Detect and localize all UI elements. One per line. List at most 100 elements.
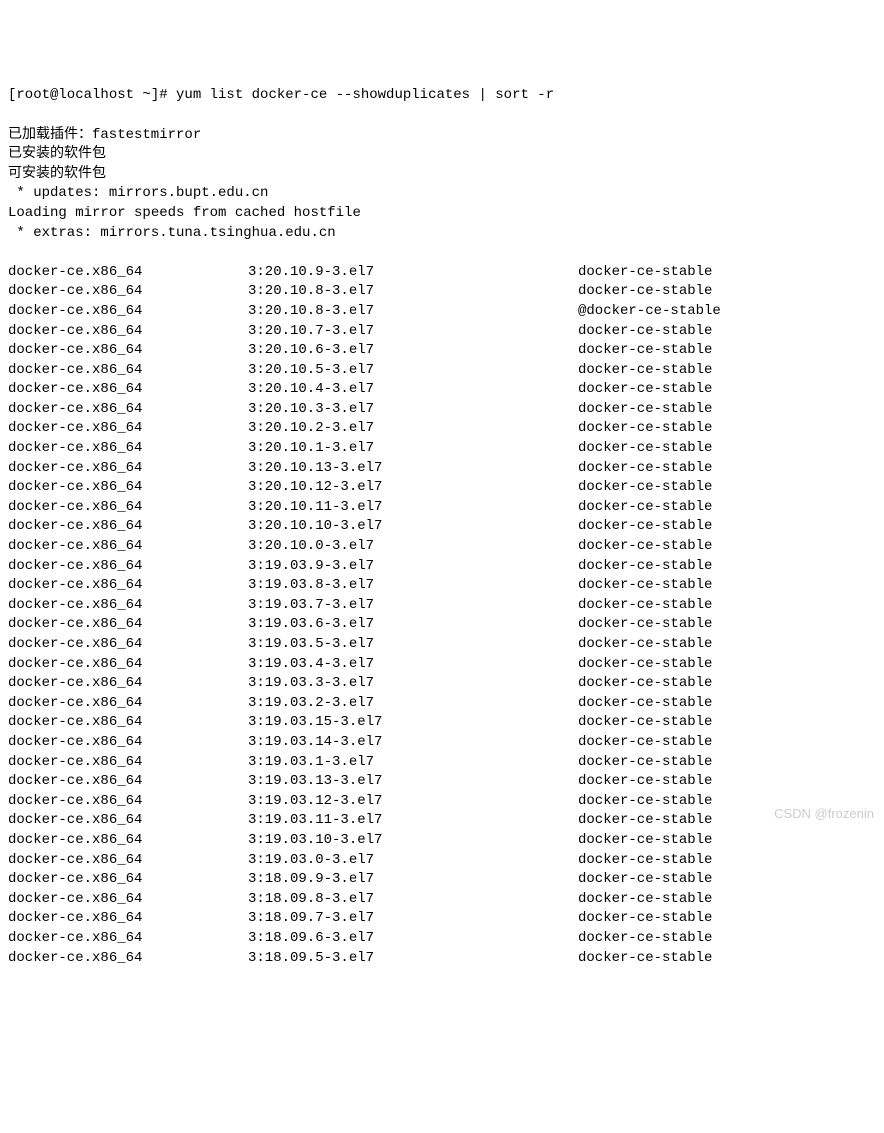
terminal-output: [root@localhost ~]# yum list docker-ce -… bbox=[8, 67, 876, 988]
package-version: 3:20.10.8-3.el7 bbox=[248, 302, 578, 322]
package-row: docker-ce.x86_643:19.03.10-3.el7docker-c… bbox=[8, 831, 876, 851]
package-version: 3:20.10.2-3.el7 bbox=[248, 419, 578, 439]
package-row: docker-ce.x86_643:19.03.4-3.el7docker-ce… bbox=[8, 655, 876, 675]
package-name: docker-ce.x86_64 bbox=[8, 694, 248, 714]
package-version: 3:20.10.1-3.el7 bbox=[248, 439, 578, 459]
package-version: 3:18.09.5-3.el7 bbox=[248, 949, 578, 969]
package-name: docker-ce.x86_64 bbox=[8, 380, 248, 400]
package-repo: docker-ce-stable bbox=[578, 439, 876, 459]
package-repo: docker-ce-stable bbox=[578, 674, 876, 694]
package-repo: docker-ce-stable bbox=[578, 655, 876, 675]
package-name: docker-ce.x86_64 bbox=[8, 498, 248, 518]
package-row: docker-ce.x86_643:20.10.7-3.el7docker-ce… bbox=[8, 322, 876, 342]
package-name: docker-ce.x86_64 bbox=[8, 890, 248, 910]
package-name: docker-ce.x86_64 bbox=[8, 596, 248, 616]
package-version: 3:18.09.6-3.el7 bbox=[248, 929, 578, 949]
package-name: docker-ce.x86_64 bbox=[8, 753, 248, 773]
package-repo: docker-ce-stable bbox=[578, 557, 876, 577]
package-repo: docker-ce-stable bbox=[578, 498, 876, 518]
package-version: 3:19.03.15-3.el7 bbox=[248, 713, 578, 733]
package-version: 3:20.10.11-3.el7 bbox=[248, 498, 578, 518]
package-name: docker-ce.x86_64 bbox=[8, 655, 248, 675]
package-row: docker-ce.x86_643:20.10.6-3.el7docker-ce… bbox=[8, 341, 876, 361]
package-row: docker-ce.x86_643:20.10.10-3.el7docker-c… bbox=[8, 517, 876, 537]
package-row: docker-ce.x86_643:19.03.13-3.el7docker-c… bbox=[8, 772, 876, 792]
package-row: docker-ce.x86_643:20.10.2-3.el7docker-ce… bbox=[8, 419, 876, 439]
command-prompt: [root@localhost ~]# yum list docker-ce -… bbox=[8, 86, 876, 106]
output-message: 可安装的软件包 bbox=[8, 165, 876, 185]
package-row: docker-ce.x86_643:19.03.8-3.el7docker-ce… bbox=[8, 576, 876, 596]
package-version: 3:19.03.6-3.el7 bbox=[248, 615, 578, 635]
package-name: docker-ce.x86_64 bbox=[8, 635, 248, 655]
package-name: docker-ce.x86_64 bbox=[8, 302, 248, 322]
package-row: docker-ce.x86_643:19.03.14-3.el7docker-c… bbox=[8, 733, 876, 753]
package-name: docker-ce.x86_64 bbox=[8, 909, 248, 929]
package-name: docker-ce.x86_64 bbox=[8, 811, 248, 831]
package-repo: docker-ce-stable bbox=[578, 851, 876, 871]
package-version: 3:20.10.8-3.el7 bbox=[248, 282, 578, 302]
package-name: docker-ce.x86_64 bbox=[8, 537, 248, 557]
package-name: docker-ce.x86_64 bbox=[8, 322, 248, 342]
package-version: 3:20.10.3-3.el7 bbox=[248, 400, 578, 420]
package-list: docker-ce.x86_643:20.10.9-3.el7docker-ce… bbox=[8, 263, 876, 968]
package-repo: docker-ce-stable bbox=[578, 263, 876, 283]
package-name: docker-ce.x86_64 bbox=[8, 576, 248, 596]
package-version: 3:19.03.3-3.el7 bbox=[248, 674, 578, 694]
package-repo: docker-ce-stable bbox=[578, 635, 876, 655]
package-row: docker-ce.x86_643:18.09.7-3.el7docker-ce… bbox=[8, 909, 876, 929]
package-repo: docker-ce-stable bbox=[578, 694, 876, 714]
package-row: docker-ce.x86_643:19.03.1-3.el7docker-ce… bbox=[8, 753, 876, 773]
package-row: docker-ce.x86_643:20.10.8-3.el7@docker-c… bbox=[8, 302, 876, 322]
message-list: 已加载插件：fastestmirror已安装的软件包可安装的软件包 * upda… bbox=[8, 126, 876, 244]
package-version: 3:19.03.14-3.el7 bbox=[248, 733, 578, 753]
package-name: docker-ce.x86_64 bbox=[8, 341, 248, 361]
package-version: 3:19.03.1-3.el7 bbox=[248, 753, 578, 773]
package-repo: docker-ce-stable bbox=[578, 596, 876, 616]
package-repo: docker-ce-stable bbox=[578, 909, 876, 929]
package-repo: docker-ce-stable bbox=[578, 459, 876, 479]
package-row: docker-ce.x86_643:19.03.0-3.el7docker-ce… bbox=[8, 851, 876, 871]
package-repo: @docker-ce-stable bbox=[578, 302, 876, 322]
package-version: 3:19.03.0-3.el7 bbox=[248, 851, 578, 871]
package-row: docker-ce.x86_643:20.10.5-3.el7docker-ce… bbox=[8, 361, 876, 381]
package-version: 3:19.03.13-3.el7 bbox=[248, 772, 578, 792]
package-version: 3:19.03.2-3.el7 bbox=[248, 694, 578, 714]
package-row: docker-ce.x86_643:19.03.12-3.el7docker-c… bbox=[8, 792, 876, 812]
package-repo: docker-ce-stable bbox=[578, 929, 876, 949]
package-repo: docker-ce-stable bbox=[578, 753, 876, 773]
package-name: docker-ce.x86_64 bbox=[8, 615, 248, 635]
package-version: 3:20.10.6-3.el7 bbox=[248, 341, 578, 361]
package-row: docker-ce.x86_643:18.09.8-3.el7docker-ce… bbox=[8, 890, 876, 910]
package-row: docker-ce.x86_643:19.03.5-3.el7docker-ce… bbox=[8, 635, 876, 655]
package-row: docker-ce.x86_643:20.10.13-3.el7docker-c… bbox=[8, 459, 876, 479]
package-repo: docker-ce-stable bbox=[578, 772, 876, 792]
output-message: 已安装的软件包 bbox=[8, 145, 876, 165]
package-version: 3:19.03.11-3.el7 bbox=[248, 811, 578, 831]
package-row: docker-ce.x86_643:20.10.1-3.el7docker-ce… bbox=[8, 439, 876, 459]
package-version: 3:19.03.8-3.el7 bbox=[248, 576, 578, 596]
package-version: 3:20.10.5-3.el7 bbox=[248, 361, 578, 381]
package-version: 3:20.10.13-3.el7 bbox=[248, 459, 578, 479]
package-version: 3:20.10.7-3.el7 bbox=[248, 322, 578, 342]
package-repo: docker-ce-stable bbox=[578, 949, 876, 969]
package-row: docker-ce.x86_643:19.03.9-3.el7docker-ce… bbox=[8, 557, 876, 577]
package-row: docker-ce.x86_643:20.10.12-3.el7docker-c… bbox=[8, 478, 876, 498]
package-version: 3:20.10.9-3.el7 bbox=[248, 263, 578, 283]
package-repo: docker-ce-stable bbox=[578, 537, 876, 557]
package-name: docker-ce.x86_64 bbox=[8, 851, 248, 871]
package-repo: docker-ce-stable bbox=[578, 282, 876, 302]
package-version: 3:18.09.9-3.el7 bbox=[248, 870, 578, 890]
package-repo: docker-ce-stable bbox=[578, 733, 876, 753]
package-name: docker-ce.x86_64 bbox=[8, 713, 248, 733]
package-version: 3:19.03.7-3.el7 bbox=[248, 596, 578, 616]
package-name: docker-ce.x86_64 bbox=[8, 674, 248, 694]
package-version: 3:18.09.8-3.el7 bbox=[248, 890, 578, 910]
package-repo: docker-ce-stable bbox=[578, 870, 876, 890]
package-name: docker-ce.x86_64 bbox=[8, 400, 248, 420]
package-repo: docker-ce-stable bbox=[578, 341, 876, 361]
output-message: * extras: mirrors.tuna.tsinghua.edu.cn bbox=[8, 224, 876, 244]
package-name: docker-ce.x86_64 bbox=[8, 929, 248, 949]
package-version: 3:20.10.4-3.el7 bbox=[248, 380, 578, 400]
package-name: docker-ce.x86_64 bbox=[8, 361, 248, 381]
package-repo: docker-ce-stable bbox=[578, 478, 876, 498]
